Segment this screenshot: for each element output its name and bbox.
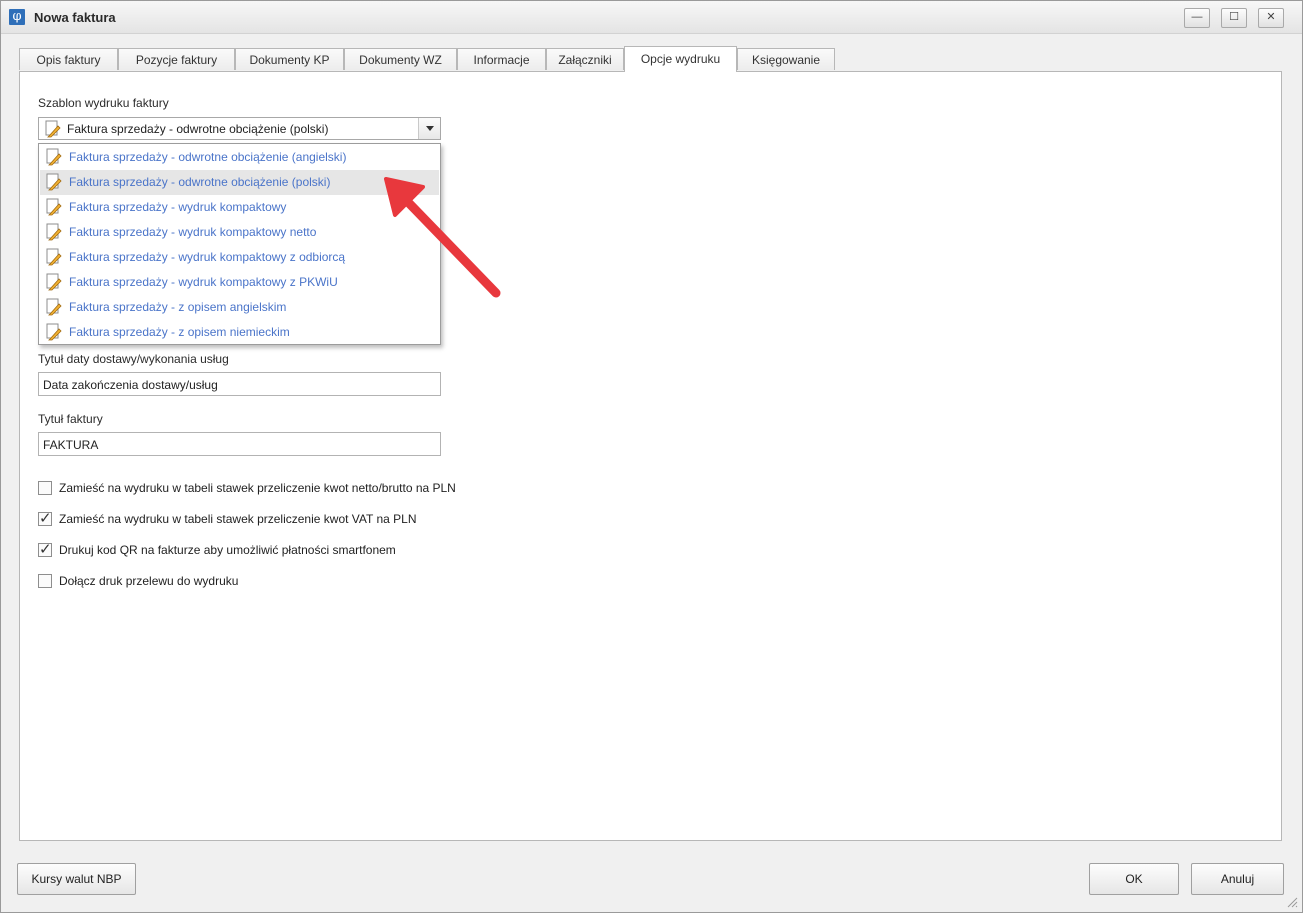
document-pencil-icon — [46, 248, 62, 266]
checkbox-netto-brutto-pln-label[interactable]: Zamieść na wydruku w tabeli stawek przel… — [59, 481, 456, 495]
invoice-title-value: FAKTURA — [43, 438, 99, 452]
document-pencil-icon — [45, 120, 61, 138]
dropdown-option-label: Faktura sprzedaży - wydruk kompaktowy ne… — [69, 225, 317, 239]
checkbox-vat-pln[interactable]: ✓ — [38, 510, 52, 527]
checkbox-vat-pln-label[interactable]: Zamieść na wydruku w tabeli stawek przel… — [59, 512, 416, 526]
app-logo-icon: φ — [9, 9, 25, 25]
template-label: Szablon wydruku faktury — [38, 96, 169, 110]
invoice-title-label: Tytuł faktury — [38, 412, 103, 426]
dropdown-option-label: Faktura sprzedaży - odwrotne obciążenie … — [69, 175, 331, 189]
invoice-title-field[interactable]: FAKTURA — [38, 432, 441, 456]
template-combobox[interactable]: Faktura sprzedaży - odwrotne obciążenie … — [38, 117, 441, 140]
tab-opis-faktury[interactable]: Opis faktury — [19, 48, 118, 70]
document-pencil-icon — [46, 323, 62, 341]
resize-grip-icon[interactable] — [1286, 896, 1298, 908]
checkmark-icon: ✓ — [39, 541, 52, 558]
cancel-button[interactable]: Anuluj — [1191, 863, 1284, 895]
document-pencil-icon — [46, 198, 62, 216]
dropdown-option[interactable]: Faktura sprzedaży - z opisem niemieckim — [40, 320, 439, 345]
document-pencil-icon — [46, 223, 62, 241]
maximize-button[interactable]: ☐ — [1221, 8, 1247, 28]
tab-opcje-wydruku[interactable]: Opcje wydruku — [624, 46, 737, 72]
checkbox-netto-brutto-pln[interactable] — [38, 481, 52, 495]
checkbox-qr-code-label[interactable]: Drukuj kod QR na fakturze aby umożliwić … — [59, 543, 396, 557]
checkmark-icon: ✓ — [39, 510, 52, 527]
invoice-window: φ Nowa faktura — ☐ ✕ Opis faktury Pozycj… — [0, 0, 1303, 913]
title-bar[interactable]: φ Nowa faktura — ☐ ✕ — [1, 1, 1302, 34]
tab-informacje[interactable]: Informacje — [457, 48, 546, 70]
window-title: Nowa faktura — [34, 10, 116, 25]
document-pencil-icon — [46, 148, 62, 166]
dropdown-option-label: Faktura sprzedaży - odwrotne obciążenie … — [69, 150, 347, 164]
dropdown-option-label: Faktura sprzedaży - wydruk kompaktowy z … — [69, 275, 338, 289]
annotation-arrow-icon — [384, 177, 501, 298]
delivery-date-title-value: Data zakończenia dostawy/usług — [43, 378, 218, 392]
tab-dokumenty-kp[interactable]: Dokumenty KP — [235, 48, 344, 70]
dropdown-option-label: Faktura sprzedaży - wydruk kompaktowy z … — [69, 250, 346, 264]
dropdown-option-label: Faktura sprzedaży - z opisem angielskim — [69, 300, 287, 314]
tab-zalaczniki[interactable]: Załączniki — [546, 48, 624, 70]
checkbox-transfer-form-label[interactable]: Dołącz druk przelewu do wydruku — [59, 574, 238, 588]
chevron-down-icon[interactable] — [418, 118, 440, 139]
tab-pozycje-faktury[interactable]: Pozycje faktury — [118, 48, 235, 70]
document-pencil-icon — [46, 173, 62, 191]
checkbox-qr-code[interactable]: ✓ — [38, 541, 52, 558]
document-pencil-icon — [46, 273, 62, 291]
dropdown-option[interactable]: Faktura sprzedaży - odwrotne obciążenie … — [40, 145, 439, 170]
document-pencil-icon — [46, 298, 62, 316]
minimize-button[interactable]: — — [1184, 8, 1210, 28]
dropdown-option-label: Faktura sprzedaży - z opisem niemieckim — [69, 325, 290, 339]
ok-button[interactable]: OK — [1089, 863, 1179, 895]
delivery-date-title-label: Tytuł daty dostawy/wykonania usług — [38, 352, 229, 366]
tab-ksiegowanie[interactable]: Księgowanie — [737, 48, 835, 70]
delivery-date-title-field[interactable]: Data zakończenia dostawy/usług — [38, 372, 441, 396]
checkbox-transfer-form[interactable] — [38, 574, 52, 588]
close-button[interactable]: ✕ — [1258, 8, 1284, 28]
tab-dokumenty-wz[interactable]: Dokumenty WZ — [344, 48, 457, 70]
exchange-rates-button[interactable]: Kursy walut NBP — [17, 863, 136, 895]
dropdown-option-label: Faktura sprzedaży - wydruk kompaktowy — [69, 200, 287, 214]
template-selected-value: Faktura sprzedaży - odwrotne obciążenie … — [67, 122, 329, 136]
